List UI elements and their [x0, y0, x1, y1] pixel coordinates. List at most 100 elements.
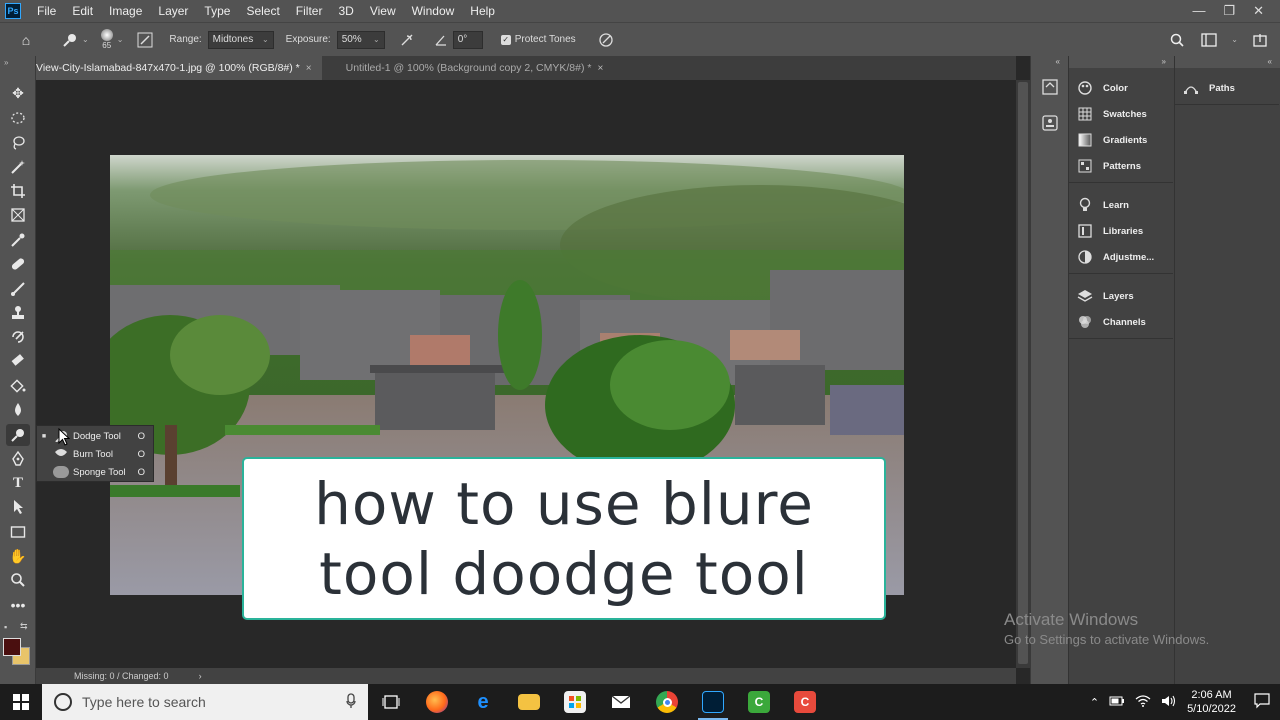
panel-patterns[interactable]: Patterns — [1077, 156, 1169, 176]
airbrush-icon[interactable] — [397, 30, 417, 50]
type-tool-icon[interactable]: T — [6, 472, 30, 494]
panel-paths[interactable]: Paths — [1183, 78, 1275, 98]
range-select[interactable]: Midtones ⌄ — [207, 30, 274, 49]
path-selection-tool-icon[interactable] — [6, 496, 30, 518]
battery-icon[interactable] — [1109, 696, 1125, 709]
recorder-taskbar-button[interactable]: C — [782, 684, 828, 720]
status-menu-arrow-icon[interactable]: › — [199, 671, 202, 681]
collapse-strip-icon[interactable]: « — [1031, 56, 1068, 68]
menu-3d[interactable]: 3D — [330, 0, 361, 22]
swap-colors-icon[interactable]: ⇆ — [20, 621, 28, 632]
magic-wand-tool-icon[interactable] — [6, 156, 30, 178]
file-explorer-taskbar-button[interactable] — [506, 684, 552, 720]
history-panel-icon[interactable] — [1041, 78, 1059, 101]
menu-select[interactable]: Select — [238, 0, 287, 22]
scrollbar-thumb[interactable] — [1018, 82, 1028, 664]
tab-document-2[interactable]: Untitled-1 @ 100% (Background copy 2, CM… — [321, 56, 614, 80]
crop-tool-icon[interactable] — [6, 180, 30, 202]
frame-tool-icon[interactable] — [6, 204, 30, 226]
flyout-item-sponge[interactable]: Sponge Tool O — [37, 463, 153, 481]
menu-help[interactable]: Help — [462, 0, 503, 22]
paint-bucket-tool-icon[interactable] — [6, 375, 30, 397]
panel-layers[interactable]: Layers — [1077, 286, 1169, 306]
angle-input[interactable]: 0° — [452, 30, 483, 49]
protect-tones-toggle[interactable]: ✓ Protect Tones — [500, 34, 576, 45]
exposure-input[interactable]: 50% ⌄ — [336, 30, 385, 49]
eyedropper-tool-icon[interactable] — [6, 229, 30, 251]
more-tools-icon[interactable]: ••• — [6, 594, 30, 616]
panel-color[interactable]: Color — [1077, 78, 1169, 98]
collapse-tools-icon[interactable]: » — [4, 58, 8, 67]
panel-gradients[interactable]: Gradients — [1077, 130, 1169, 150]
eraser-tool-icon[interactable] — [6, 350, 30, 372]
collapse-panel-icon[interactable]: » — [1069, 56, 1174, 68]
tab-document-1[interactable]: View-City-Islamabad-847x470-1.jpg @ 100%… — [36, 56, 322, 80]
restore-button[interactable]: ❐ — [1223, 3, 1235, 19]
wifi-icon[interactable] — [1135, 694, 1151, 710]
collapse-panel-icon[interactable]: « — [1175, 56, 1280, 68]
firefox-taskbar-button[interactable] — [414, 684, 460, 720]
menu-view[interactable]: View — [362, 0, 404, 22]
menu-image[interactable]: Image — [101, 0, 150, 22]
notifications-icon[interactable] — [1254, 692, 1270, 712]
marquee-tool-icon[interactable] — [6, 107, 30, 129]
zoom-tool-icon[interactable] — [6, 569, 30, 591]
edge-taskbar-button[interactable]: e — [460, 684, 506, 720]
panel-swatches[interactable]: Swatches — [1077, 104, 1169, 124]
dodge-tool-preset-icon[interactable] — [60, 30, 80, 50]
history-brush-tool-icon[interactable] — [6, 326, 30, 348]
microphone-icon[interactable] — [346, 692, 356, 712]
workspace-icon[interactable] — [1199, 30, 1219, 50]
default-colors-icon[interactable]: ▪ — [4, 622, 7, 632]
volume-icon[interactable] — [1161, 695, 1177, 710]
hand-tool-icon[interactable]: ✋ — [6, 545, 30, 567]
pressure-size-icon[interactable] — [596, 30, 616, 50]
mail-taskbar-button[interactable] — [598, 684, 644, 720]
preset-caret-icon[interactable]: ⌄ — [82, 35, 89, 44]
close-tab-icon[interactable]: × — [306, 63, 312, 74]
minimize-button[interactable]: — — [1192, 3, 1205, 19]
panel-adjustments[interactable]: Adjustme... — [1077, 247, 1169, 267]
menu-file[interactable]: File — [29, 0, 64, 22]
camtasia-taskbar-button[interactable]: C — [736, 684, 782, 720]
taskbar-clock[interactable]: 2:06 AM 5/10/2022 — [1187, 688, 1236, 716]
panel-learn[interactable]: Learn — [1077, 195, 1169, 215]
brush-caret-icon[interactable]: ⌄ — [117, 35, 124, 44]
share-icon[interactable] — [1250, 30, 1270, 50]
menu-window[interactable]: Window — [404, 0, 463, 22]
properties-panel-icon[interactable] — [1041, 114, 1059, 137]
store-taskbar-button[interactable] — [552, 684, 598, 720]
healing-brush-tool-icon[interactable] — [6, 253, 30, 275]
move-tool-icon[interactable]: ✥ — [6, 82, 30, 104]
workspace-caret-icon[interactable]: ⌄ — [1231, 35, 1238, 44]
brush-size-picker[interactable]: 65 — [100, 29, 113, 50]
menu-filter[interactable]: Filter — [288, 0, 331, 22]
brush-settings-icon[interactable] — [135, 30, 155, 50]
flyout-item-dodge[interactable]: ■ Dodge Tool O — [37, 427, 153, 445]
menu-layer[interactable]: Layer — [150, 0, 196, 22]
menu-type[interactable]: Type — [196, 0, 238, 22]
task-view-button[interactable] — [368, 684, 414, 720]
panel-channels[interactable]: Channels — [1077, 312, 1169, 332]
protect-tones-checkbox[interactable]: ✓ — [500, 34, 511, 45]
taskbar-search[interactable]: Type here to search — [42, 684, 368, 720]
photoshop-taskbar-button[interactable] — [690, 684, 736, 720]
start-button[interactable] — [0, 684, 42, 720]
rectangle-tool-icon[interactable] — [6, 521, 30, 543]
panel-libraries[interactable]: Libraries — [1077, 221, 1169, 241]
home-icon[interactable]: ⌂ — [16, 30, 36, 50]
flyout-item-burn[interactable]: Burn Tool O — [37, 445, 153, 463]
show-hidden-icons-icon[interactable]: ⌃ — [1090, 696, 1099, 709]
pen-tool-icon[interactable] — [6, 448, 30, 470]
chrome-taskbar-button[interactable] — [644, 684, 690, 720]
search-icon[interactable] — [1167, 30, 1187, 50]
dodge-tool-icon[interactable] — [6, 424, 30, 446]
close-button[interactable]: ✕ — [1253, 3, 1264, 19]
vertical-scrollbar[interactable] — [1016, 80, 1030, 668]
menu-edit[interactable]: Edit — [64, 0, 101, 22]
brush-tool-icon[interactable] — [6, 278, 30, 300]
blur-tool-icon[interactable] — [6, 399, 30, 421]
lasso-tool-icon[interactable] — [6, 132, 30, 154]
foreground-color-swatch[interactable] — [3, 638, 21, 656]
close-tab-icon[interactable]: × — [597, 63, 603, 74]
